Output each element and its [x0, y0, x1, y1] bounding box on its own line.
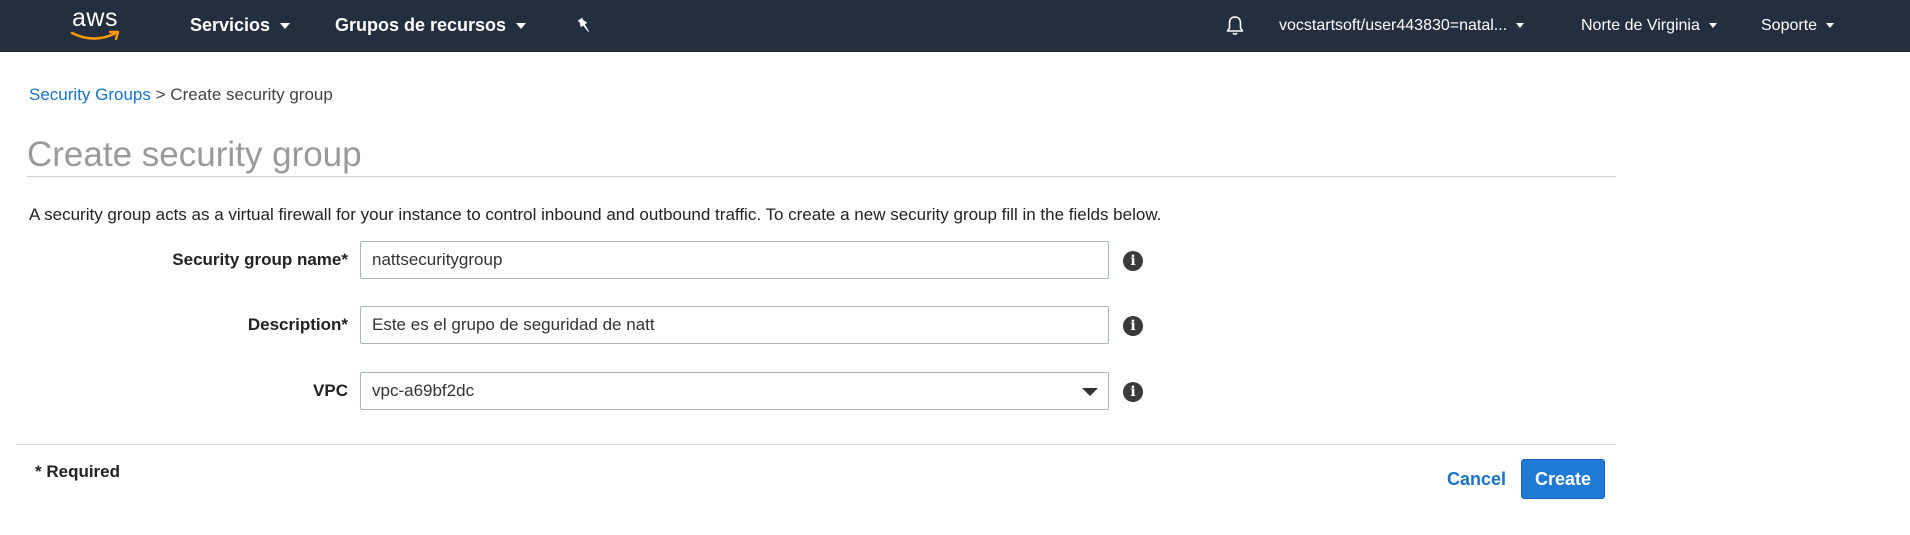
description-input[interactable] [360, 306, 1109, 344]
breadcrumb: Security Groups > Create security group [29, 85, 333, 105]
dropdown-arrow-icon [1082, 388, 1098, 396]
resource-groups-menu-label: Grupos de recursos [335, 15, 507, 35]
chevron-down-icon [1826, 23, 1835, 28]
page-description: A security group acts as a virtual firew… [29, 205, 1162, 224]
resource-groups-menu[interactable]: Grupos de recursos [335, 0, 527, 51]
security-group-name-input[interactable] [360, 241, 1109, 279]
breadcrumb-current: Create security group [170, 85, 333, 104]
region-menu[interactable]: Norte de Virginia [1581, 0, 1717, 51]
bell-icon-svg [1226, 15, 1244, 35]
support-menu[interactable]: Soporte [1761, 0, 1835, 51]
aws-logo[interactable]: aws [66, 0, 124, 51]
services-menu-label: Servicios [190, 15, 271, 35]
services-menu[interactable]: Servicios [190, 0, 291, 51]
region-menu-label: Norte de Virginia [1581, 16, 1700, 34]
description-label: Description* [247, 315, 348, 334]
vpc-select-value: vpc-a69bf2dc [372, 381, 475, 400]
chevron-down-icon [516, 22, 527, 29]
vpc-label: VPC [313, 381, 348, 400]
chevron-down-icon [1708, 23, 1717, 28]
info-icon[interactable]: i [1123, 382, 1143, 402]
page-title: Create security group [27, 135, 362, 174]
breadcrumb-link-security-groups[interactable]: Security Groups [29, 85, 151, 104]
bell-icon[interactable] [1225, 0, 1245, 51]
chevron-down-icon [280, 22, 291, 29]
aws-smile-icon [70, 30, 120, 41]
top-navigation-bar: aws Servicios Grupos de recursos vocstar… [0, 0, 1910, 52]
info-icon[interactable]: i [1123, 251, 1143, 271]
pushpin-icon-svg [577, 17, 589, 32]
aws-logo-text: aws [72, 4, 118, 32]
create-button[interactable]: Create [1521, 459, 1605, 499]
pushpin-icon[interactable] [576, 0, 592, 51]
vpc-select[interactable]: vpc-a69bf2dc [360, 372, 1109, 410]
title-divider [27, 176, 1616, 177]
security-group-name-label: Security group name* [172, 250, 348, 269]
chevron-down-icon [1516, 23, 1525, 28]
breadcrumb-separator: > [155, 85, 166, 104]
support-menu-label: Soporte [1761, 16, 1818, 34]
account-menu[interactable]: vocstartsoft/user443830=natal... [1279, 0, 1525, 51]
info-icon[interactable]: i [1123, 316, 1143, 336]
account-menu-label: vocstartsoft/user443830=natal... [1279, 16, 1508, 34]
cancel-button[interactable]: Cancel [1447, 469, 1506, 490]
required-note: * Required [35, 462, 121, 481]
form-footer-divider [16, 444, 1616, 445]
